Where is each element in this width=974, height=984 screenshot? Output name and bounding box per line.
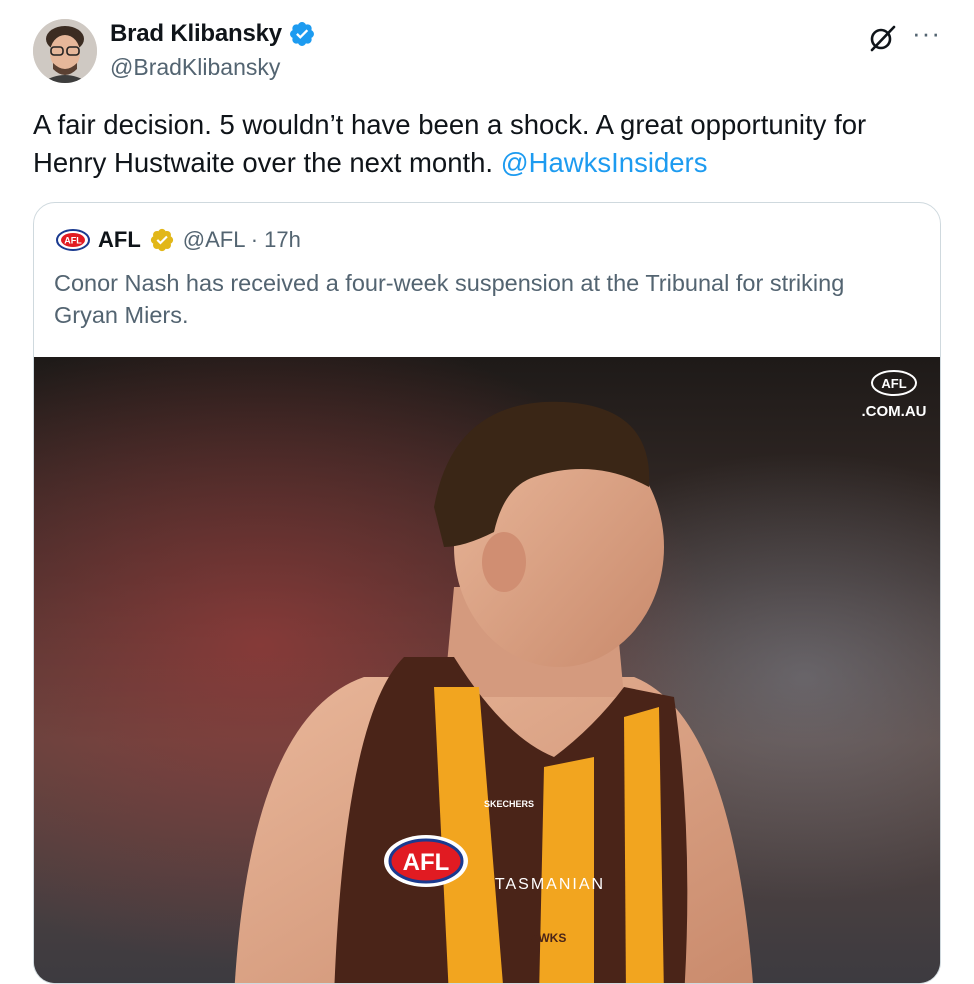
jersey-afl-logo: AFL <box>403 849 450 876</box>
author-handle[interactable]: @BradKlibansky <box>110 54 280 81</box>
quoted-handle-time[interactable]: @AFL · 17h <box>183 227 301 253</box>
gold-badge-icon <box>150 228 173 252</box>
quoted-name[interactable]: AFL <box>98 227 141 253</box>
author-row: Brad Klibansky <box>110 20 316 48</box>
quoted-header: AFL AFL @AFL · 17h <box>56 227 301 253</box>
jersey-club: HAWKS <box>522 931 567 945</box>
watermark-line1: AFL <box>881 376 906 391</box>
author-name[interactable]: Brad Klibansky <box>110 20 282 48</box>
avatar-photo <box>33 19 97 83</box>
mention-link[interactable]: @HawksInsiders <box>501 147 708 178</box>
verified-badge-icon <box>289 22 314 46</box>
player-photo: AFL SKECHERS TASMANIAN HAWKS <box>34 357 940 983</box>
jersey-sponsor: TASMANIAN <box>495 876 605 893</box>
watermark-line2: .COM.AU <box>862 403 926 420</box>
grok-icon[interactable] <box>866 22 898 54</box>
quoted-media-image[interactable]: AFL SKECHERS TASMANIAN HAWKS AFL .COM.AU <box>34 357 940 983</box>
tweet-body: A fair decision. 5 wouldn’t have been a … <box>33 109 867 178</box>
avatar[interactable] <box>33 19 97 83</box>
afl-logo-text: AFL <box>64 236 82 246</box>
quoted-text: Conor Nash has received a four-week susp… <box>54 270 845 328</box>
afl-logo-icon: AFL <box>56 229 90 251</box>
tweet-text: A fair decision. 5 wouldn’t have been a … <box>33 106 933 182</box>
quoted-tweet[interactable]: AFL AFL @AFL · 17h Conor Nash has receiv… <box>33 202 941 984</box>
more-icon[interactable]: ··· <box>912 20 941 46</box>
jersey-brand: SKECHERS <box>484 799 534 809</box>
afl-watermark-icon: AFL .COM.AU <box>862 370 926 420</box>
